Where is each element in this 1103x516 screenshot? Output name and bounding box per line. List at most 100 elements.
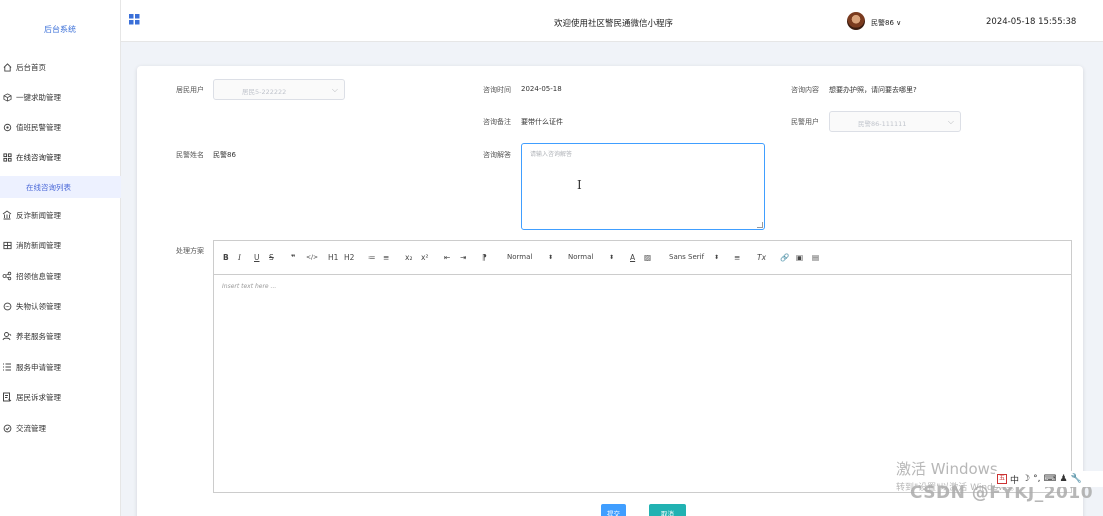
user-menu[interactable]: 民警86 ∨ — [871, 18, 901, 28]
main-content: 居民用户 居民5-222222 ⌵ 咨询时间 2024-05-18 咨询内容 想… — [121, 42, 1103, 516]
text-cursor-icon: I — [577, 178, 582, 192]
police-name-value: 民警86 — [213, 151, 236, 159]
rich-text-editor[interactable]: B I U S ❞ </> H1 H2 ≔ ≡ x₂ x² ⇤ ⇥ ⁋ Norm… — [213, 240, 1072, 493]
consult-note-value: 要带什么证件 — [521, 118, 563, 126]
answer-textarea[interactable]: 请输入咨询解答 I — [521, 143, 765, 230]
sidebar-item-online-consult[interactable]: 在线咨询管理 — [0, 146, 121, 168]
sidebar-item-home[interactable]: 后台首页 — [0, 56, 121, 78]
sidebar-item-service-apply[interactable]: 服务申请管理 — [0, 356, 121, 378]
background-color-button[interactable]: ▨ — [644, 253, 651, 262]
font-color-button[interactable]: A — [630, 253, 635, 262]
sidebar-item-label: 后台首页 — [16, 62, 46, 72]
consult-form-card: 居民用户 居民5-222222 ⌵ 咨询时间 2024-05-18 咨询内容 想… — [137, 66, 1083, 516]
sidebar-item-label: 反诈新闻管理 — [16, 210, 61, 220]
outdent-button[interactable]: ⇤ — [444, 253, 450, 262]
chevron-updown-icon: ⬍ — [548, 254, 554, 261]
sidebar-item-lost-claim[interactable]: 失物认领管理 — [0, 295, 121, 317]
size-select[interactable]: Normal — [507, 253, 532, 261]
avatar[interactable] — [847, 12, 865, 30]
sidebar-item-label: 养老服务管理 — [16, 331, 61, 341]
resize-handle-icon[interactable] — [757, 222, 763, 228]
chevron-down-icon: ∨ — [893, 19, 902, 27]
police-user-select-value: 民警86-111111 — [858, 120, 907, 128]
sidebar-item-anti-fraud-news[interactable]: 反诈新闻管理 — [0, 204, 121, 226]
bullet-list-button[interactable]: ≡ — [383, 253, 389, 262]
ime-logo-icon: 五 — [997, 474, 1007, 484]
header1-button[interactable]: H1 — [328, 253, 338, 262]
font-select[interactable]: Sans Serif — [669, 253, 704, 261]
chevron-updown-icon: ⬍ — [609, 254, 615, 261]
sidebar-item-label: 交流管理 — [16, 423, 46, 433]
share-icon — [2, 271, 12, 281]
chevron-updown-icon: ⬍ — [714, 254, 720, 261]
sidebar-item-label: 在线咨询管理 — [16, 152, 61, 162]
link-button[interactable]: 🔗 — [780, 253, 789, 262]
strike-button[interactable]: S — [269, 253, 274, 262]
text-direction-button[interactable]: ⁋ — [482, 253, 487, 262]
video-button[interactable]: ▤ — [812, 253, 819, 262]
brand-title: 后台系统 — [44, 25, 76, 34]
sidebar-item-resident-appeal[interactable]: 居民诉求管理 — [0, 386, 121, 408]
apps-grid-icon[interactable] — [129, 14, 140, 27]
sidebar-item-label: 失物认领管理 — [16, 301, 61, 311]
grid-icon — [2, 152, 12, 162]
list-icon — [2, 362, 12, 372]
blockquote-button[interactable]: ❞ — [291, 253, 295, 262]
underline-button[interactable]: U — [254, 253, 260, 262]
answer-placeholder: 请输入咨询解答 — [530, 151, 573, 158]
resident-select-value: 居民5-222222 — [242, 88, 287, 96]
chevron-down-icon: ⌵ — [947, 117, 954, 126]
plan-label: 处理方案 — [176, 247, 204, 255]
italic-button[interactable]: I — [238, 253, 241, 262]
editor-placeholder: Insert text here ... — [222, 283, 277, 290]
sidebar-item-label: 一键求助管理 — [16, 92, 61, 102]
sidebar-item-elderly-service[interactable]: 养老服务管理 — [0, 325, 121, 347]
bold-button[interactable]: B — [223, 253, 229, 262]
home-icon — [2, 62, 12, 72]
ime-toolbar[interactable]: 五 中 ☽ °, ⌨ ♟ 🔧 — [995, 471, 1103, 487]
sidebar-subitem-consult-list[interactable]: 在线咨询列表 — [0, 176, 121, 198]
gear-icon — [2, 122, 12, 132]
activate-windows-text: 激活 Windows — [896, 460, 998, 478]
police-name-label: 民警姓名 — [176, 151, 204, 159]
clear-format-button[interactable]: Tx — [757, 253, 766, 262]
resident-select[interactable]: 居民5-222222 ⌵ — [213, 79, 345, 100]
code-block-button[interactable]: </> — [306, 254, 318, 261]
chat-icon — [2, 301, 12, 311]
police-user-select[interactable]: 民警86-111111 ⌵ — [829, 111, 961, 132]
keyboard-icon[interactable]: ⌨ — [1043, 474, 1056, 484]
cancel-button[interactable]: 取消 — [649, 504, 686, 516]
header-select[interactable]: Normal — [568, 253, 593, 261]
subscript-button[interactable]: x₂ — [405, 253, 412, 262]
sidebar-item-lost-found-info[interactable]: 招领信息管理 — [0, 265, 121, 287]
sidebar-item-help[interactable]: 一键求助管理 — [0, 86, 121, 108]
consult-content-value: 想要办护照，请问要去哪里? — [829, 86, 917, 94]
police-user-label: 民警用户 — [791, 118, 819, 126]
header2-button[interactable]: H2 — [344, 253, 354, 262]
ordered-list-button[interactable]: ≔ — [368, 253, 376, 262]
superscript-button[interactable]: x² — [421, 253, 428, 262]
sidebar-item-duty-police[interactable]: 值班民警管理 — [0, 116, 121, 138]
resident-label: 居民用户 — [176, 86, 204, 94]
sidebar-item-label: 服务申请管理 — [16, 362, 61, 372]
user-icon[interactable]: ♟ — [1059, 474, 1067, 484]
align-button[interactable]: ≡ — [734, 253, 740, 262]
chevron-down-icon: ⌵ — [331, 85, 338, 94]
sidebar: 后台系统 后台首页 一键求助管理 值班民警管理 在线咨询管理 在线咨询列表 反诈… — [0, 0, 121, 516]
sidebar-item-exchange[interactable]: 交流管理 — [0, 417, 121, 439]
moon-icon[interactable]: ☽ — [1022, 474, 1030, 484]
doc-icon — [2, 392, 12, 402]
user-icon — [2, 331, 12, 341]
wrench-icon[interactable]: 🔧 — [1071, 474, 1082, 484]
ime-mode[interactable]: 中 — [1010, 473, 1019, 486]
sidebar-item-label: 值班民警管理 — [16, 122, 61, 132]
table-icon — [2, 240, 12, 250]
submit-button[interactable]: 提交 — [601, 504, 626, 516]
sidebar-item-fire-news[interactable]: 消防新闻管理 — [0, 234, 121, 256]
cube-icon — [2, 92, 12, 102]
consult-time-label: 咨询时间 — [483, 86, 511, 94]
indent-button[interactable]: ⇥ — [460, 253, 466, 262]
welcome-title: 欢迎使用社区警民通微信小程序 — [554, 19, 674, 29]
punctuation-icon[interactable]: °, — [1033, 474, 1040, 484]
image-button[interactable]: ▣ — [796, 253, 803, 262]
